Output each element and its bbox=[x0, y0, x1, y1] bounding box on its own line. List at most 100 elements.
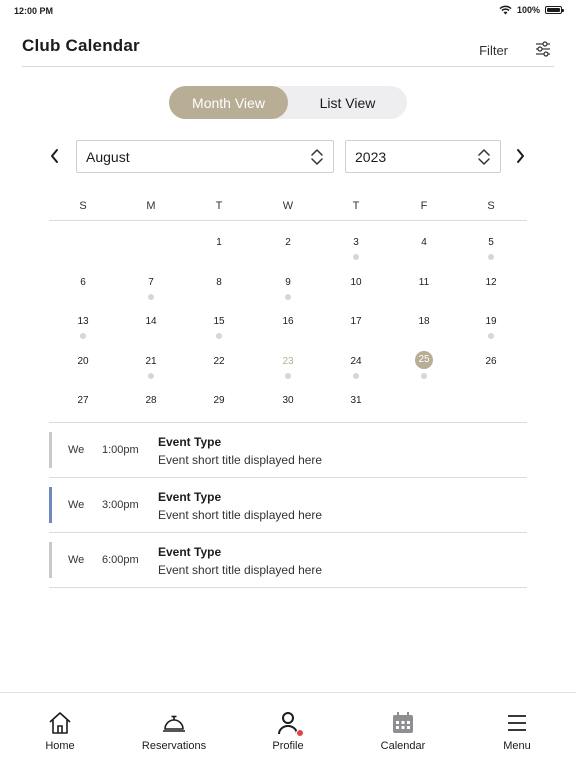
calendar-day[interactable]: 22 bbox=[199, 342, 239, 372]
event-row[interactable]: We 3:00pm Event Type Event short title disp… bbox=[49, 478, 527, 533]
year-select-value: 2023 bbox=[355, 149, 387, 165]
event-color-bar bbox=[49, 542, 52, 578]
event-title: Event short title displayed here bbox=[158, 563, 323, 577]
event-indicator-dot bbox=[353, 372, 359, 379]
calendar-day[interactable]: 18 bbox=[404, 302, 444, 332]
battery-icon bbox=[545, 6, 564, 14]
status-bar: 12:00 PM 100% bbox=[0, 0, 576, 24]
event-indicator-dot bbox=[216, 333, 222, 339]
calendar-day[interactable]: 23 bbox=[268, 342, 308, 379]
month-select[interactable]: August bbox=[76, 140, 334, 173]
calendar-day[interactable]: 31 bbox=[336, 381, 376, 411]
status-time: 12:00 PM bbox=[14, 6, 54, 16]
battery-percentage: 100% bbox=[516, 5, 540, 15]
chevron-up-down-icon bbox=[311, 149, 323, 165]
day-number: 31 bbox=[350, 395, 362, 406]
calendar-day[interactable]: 21 bbox=[131, 342, 171, 379]
day-number: 21 bbox=[145, 355, 157, 367]
calendar-day[interactable]: 16 bbox=[268, 302, 308, 332]
tab-profile[interactable]: Profile bbox=[238, 693, 338, 768]
event-indicator-dot bbox=[148, 293, 154, 300]
calendar-day[interactable]: 10 bbox=[336, 263, 376, 293]
weekday-label: M bbox=[146, 200, 156, 212]
weekday-label: T bbox=[215, 200, 223, 212]
day-number: 26 bbox=[485, 355, 497, 367]
event-color-bar bbox=[49, 487, 52, 523]
event-day: We bbox=[68, 554, 85, 566]
event-type: Event Type bbox=[158, 545, 222, 559]
tab-calendar-label: Calendar bbox=[380, 740, 426, 752]
calendar-day[interactable]: 6 bbox=[63, 263, 103, 293]
calendar-day[interactable]: 15 bbox=[199, 302, 239, 339]
calendar-day[interactable]: 12 bbox=[471, 263, 511, 293]
event-indicator-dot bbox=[488, 333, 494, 339]
calendar-day[interactable]: 26 bbox=[471, 342, 511, 372]
calendar-day[interactable]: 29 bbox=[199, 381, 239, 411]
weekday-label: F bbox=[420, 200, 428, 212]
event-row[interactable]: We 1:00pm Event Type Event short title disp… bbox=[49, 423, 527, 478]
calendar-day[interactable]: 14 bbox=[131, 302, 171, 332]
tab-home-label: Home bbox=[45, 740, 75, 752]
calendar-day[interactable]: 9 bbox=[268, 263, 308, 300]
day-number: 23 bbox=[282, 355, 294, 367]
calendar-day[interactable]: 11 bbox=[404, 263, 444, 293]
calendar-day[interactable]: 8 bbox=[199, 263, 239, 293]
calendar-day[interactable]: 25 bbox=[404, 342, 444, 379]
year-select[interactable]: 2023 bbox=[345, 140, 501, 173]
calendar-day[interactable]: 2 bbox=[268, 223, 308, 253]
weekday-label: S bbox=[487, 200, 495, 212]
weekday-label: T bbox=[352, 200, 360, 212]
calendar-day[interactable]: 24 bbox=[336, 342, 376, 379]
calendar-day[interactable]: 19 bbox=[471, 302, 511, 339]
page-header: Club Calendar Filter bbox=[22, 32, 554, 67]
day-number: 10 bbox=[350, 276, 362, 288]
calendar-icon bbox=[393, 712, 413, 733]
tab-calendar[interactable]: Calendar bbox=[353, 693, 453, 768]
event-indicator-dot bbox=[148, 372, 154, 379]
day-number: 5 bbox=[488, 237, 494, 248]
calendar-day[interactable]: 3 bbox=[336, 223, 376, 260]
event-row[interactable]: We 6:00pm Event Type Event short title disp… bbox=[49, 533, 527, 588]
day-number: 12 bbox=[485, 276, 497, 288]
page-title: Club Calendar bbox=[22, 36, 140, 55]
home-icon bbox=[49, 712, 71, 734]
filter-button[interactable]: Filter bbox=[479, 43, 508, 58]
calendar-day[interactable]: 28 bbox=[131, 381, 171, 411]
chevron-up-down-icon bbox=[478, 149, 490, 165]
previous-month-chevron-icon[interactable] bbox=[48, 148, 62, 164]
event-time: 3:00pm bbox=[102, 499, 139, 511]
day-number: 20 bbox=[77, 355, 89, 367]
day-number: 15 bbox=[213, 316, 225, 327]
calendar-grid: 1 2 3 4 5 6 7 8 9 10 11 12 13 14 15 16 17 18 19 20 21 22 23 24 2… bbox=[49, 222, 527, 422]
day-number: 27 bbox=[77, 395, 89, 406]
calendar-day[interactable]: 1 bbox=[199, 223, 239, 253]
day-number: 19 bbox=[485, 316, 497, 327]
tab-bar: Home Reservations Profile Calendar Menu bbox=[0, 692, 576, 768]
tab-reservations[interactable]: Reservations bbox=[124, 693, 224, 768]
month-view-tab[interactable]: Month View bbox=[169, 86, 288, 119]
event-title: Event short title displayed here bbox=[158, 508, 323, 522]
calendar-day[interactable]: 5 bbox=[471, 223, 511, 260]
calendar-day[interactable]: 30 bbox=[268, 381, 308, 411]
event-indicator-dot bbox=[421, 372, 427, 379]
calendar-day[interactable]: 20 bbox=[63, 342, 103, 372]
event-indicator-dot bbox=[285, 293, 291, 300]
calendar-day[interactable]: 27 bbox=[63, 381, 103, 411]
event-list: We 1:00pm Event Type Event short title disp… bbox=[49, 422, 527, 588]
tab-home[interactable]: Home bbox=[10, 693, 110, 768]
day-number: 4 bbox=[421, 237, 427, 248]
day-number: 9 bbox=[285, 276, 291, 288]
calendar-day[interactable]: 4 bbox=[404, 223, 444, 253]
calendar-day[interactable]: 17 bbox=[336, 302, 376, 332]
day-number: 3 bbox=[353, 237, 359, 248]
tab-menu[interactable]: Menu bbox=[467, 693, 567, 768]
weekday-label: W bbox=[282, 200, 294, 212]
list-view-tab[interactable]: List View bbox=[288, 86, 407, 119]
sliders-icon[interactable] bbox=[534, 40, 552, 58]
event-indicator-dot bbox=[488, 254, 494, 260]
event-title: Event short title displayed here bbox=[158, 453, 323, 467]
day-number: 29 bbox=[213, 395, 225, 406]
calendar-day[interactable]: 7 bbox=[131, 263, 171, 300]
calendar-day[interactable]: 13 bbox=[63, 302, 103, 339]
next-month-chevron-icon[interactable] bbox=[513, 148, 527, 164]
